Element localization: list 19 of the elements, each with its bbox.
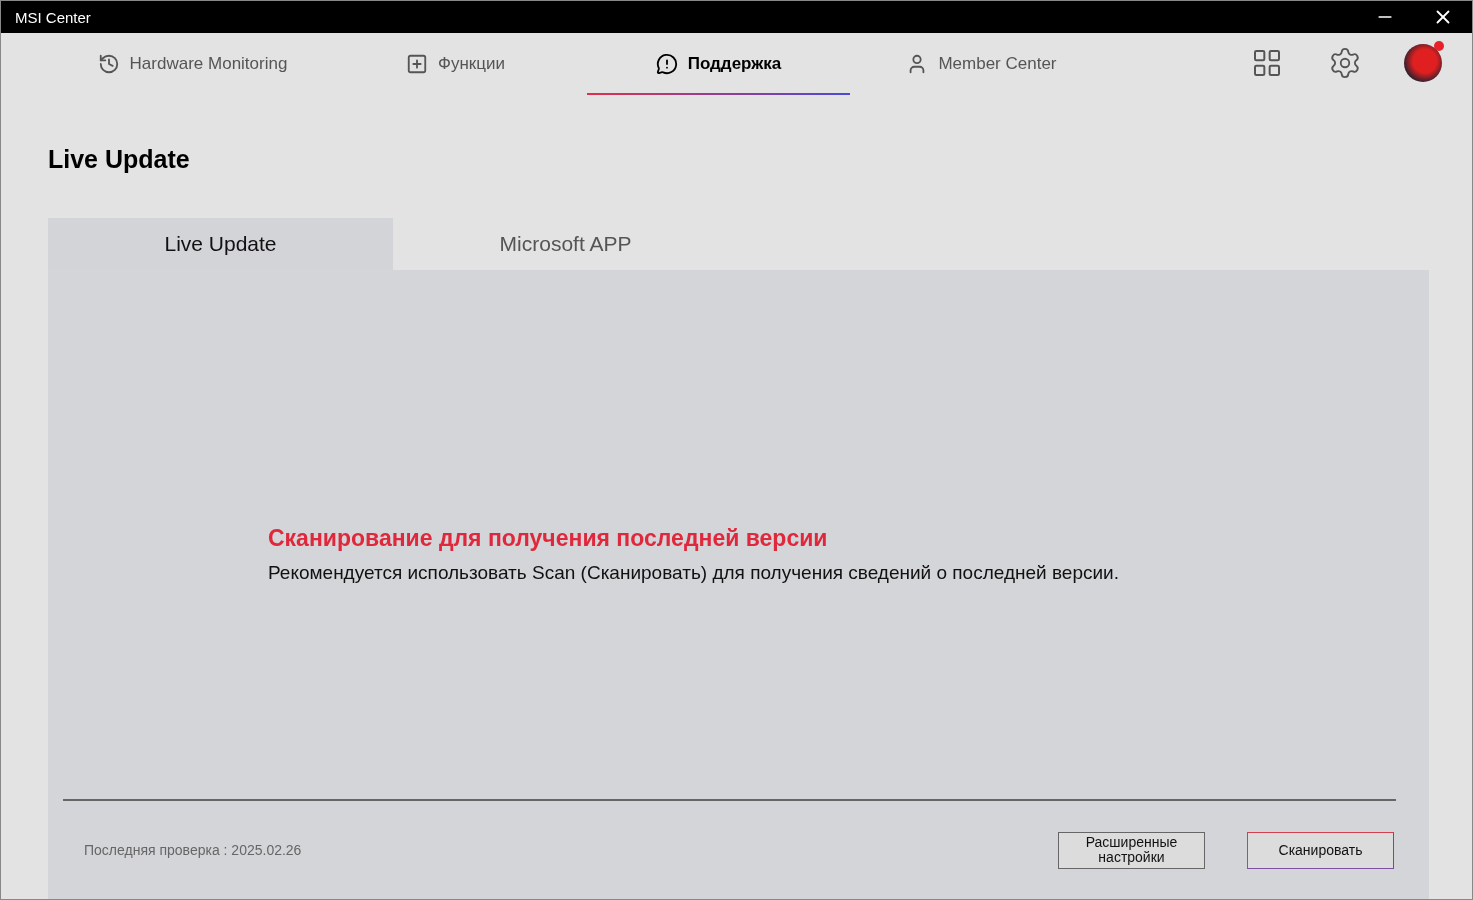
settings-icon[interactable] <box>1328 46 1362 80</box>
exclamation-bubble-icon <box>655 53 678 75</box>
nav-tab[interactable]: Поддержка <box>587 35 850 95</box>
page-title: Live Update <box>48 145 191 175</box>
nav-tab[interactable]: Member Center <box>850 35 1113 95</box>
square-plus-icon <box>406 53 428 75</box>
nav-tab[interactable]: Функции <box>324 35 587 95</box>
grid-icon[interactable] <box>1251 47 1283 79</box>
nav-tab[interactable]: Hardware Monitoring <box>61 35 324 95</box>
clock-icon <box>97 53 120 75</box>
tab[interactable]: Microsoft APP <box>393 218 738 270</box>
message-text: Рекомендуется использовать Scan (Сканировать) для получения сведений о последней версии. <box>268 562 1120 584</box>
tab[interactable]: Live Update <box>48 218 393 270</box>
last-check-text: Последняя проверка : 2025.02.26 <box>84 842 303 858</box>
window-title: MSI Center <box>15 8 92 26</box>
avatar[interactable] <box>1404 44 1442 82</box>
scan-button[interactable]: Сканировать <box>1247 831 1394 869</box>
message-title: Сканирование для получения последней версии <box>268 525 829 552</box>
settings-button[interactable]: Расширенные настройки <box>1058 831 1205 869</box>
